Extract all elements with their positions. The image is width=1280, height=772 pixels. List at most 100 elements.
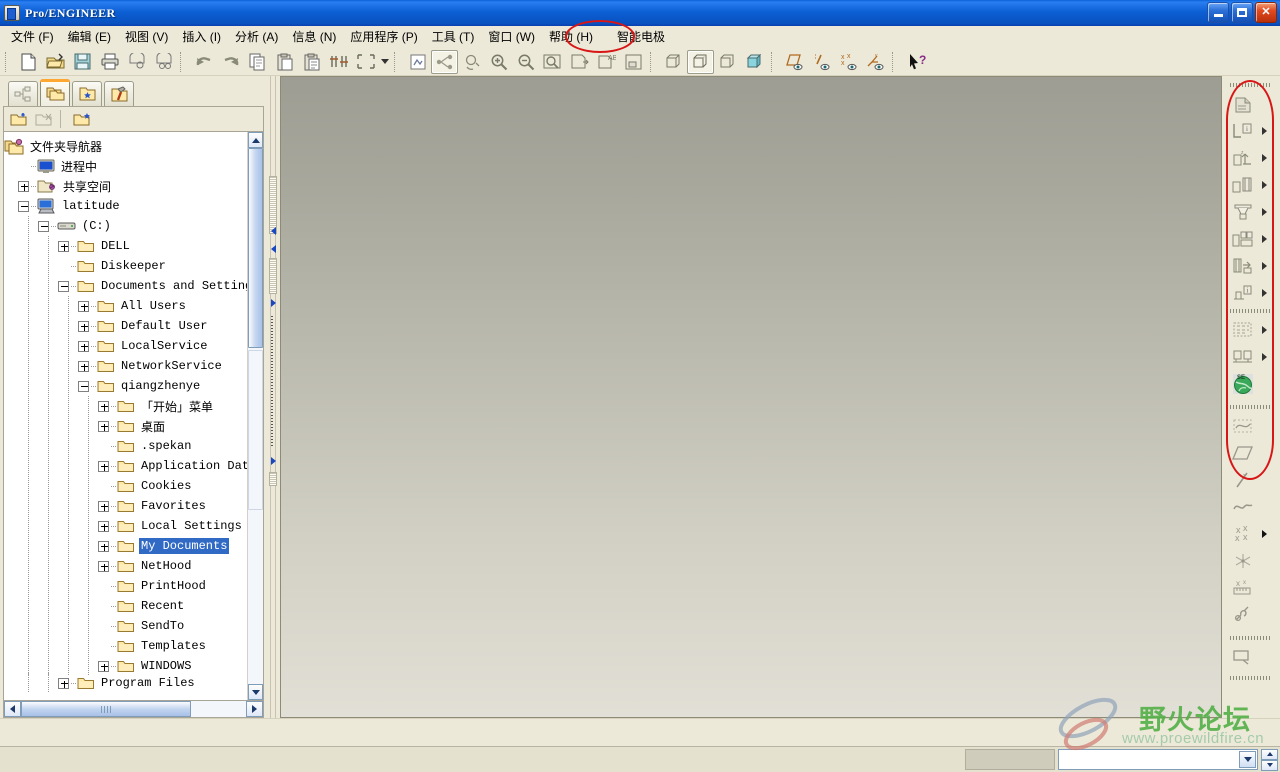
flyout-arrow-icon[interactable] (1258, 288, 1270, 297)
chevron-down-icon[interactable] (1239, 751, 1256, 768)
graphics-canvas[interactable] (280, 76, 1222, 718)
datum-point-display-icon[interactable]: xxx (835, 50, 862, 74)
folder-tree[interactable]: 文件夹导航器 进程中 共享空间 latitude (C:) DELL Diskeeper Do… (4, 132, 247, 700)
tree-item[interactable]: DELL (4, 236, 247, 256)
send-mail-icon[interactable] (123, 50, 150, 74)
menu-view[interactable]: 视图 (V) (118, 25, 175, 48)
datum-point-icon[interactable]: xxxx (1228, 521, 1258, 547)
tree-expand-icon[interactable] (98, 460, 109, 472)
tree-expand-icon[interactable] (98, 660, 109, 672)
tree-item[interactable]: latitude (4, 196, 247, 216)
open-file-icon[interactable] (42, 50, 69, 74)
tree-item[interactable]: Cookies (4, 476, 247, 496)
scroll-up-button[interactable] (248, 132, 263, 148)
hscroll-thumb[interactable] (21, 701, 191, 717)
select-box-icon[interactable] (352, 50, 379, 74)
electrode-assembly-icon[interactable] (1228, 226, 1258, 252)
electrode-param-icon[interactable]: i (1228, 280, 1258, 306)
scroll-thumb-lower[interactable] (248, 350, 263, 510)
datum-csys-display-icon[interactable]: y (862, 50, 889, 74)
datum-evaluate-icon[interactable] (1228, 644, 1258, 670)
tree-item[interactable]: All Users (4, 296, 247, 316)
cut-folder-icon[interactable] (32, 109, 56, 130)
tree-item[interactable]: 共享空间 (4, 176, 247, 196)
datum-curve-sketch-icon[interactable] (1228, 494, 1258, 520)
tree-collapse-icon[interactable] (18, 200, 29, 212)
tree-item[interactable]: Default User (4, 316, 247, 336)
hscroll-track[interactable] (21, 701, 246, 717)
tree-item[interactable]: Diskeeper (4, 256, 247, 276)
tab-favorites[interactable] (72, 81, 102, 106)
display-shaded-icon[interactable] (741, 50, 768, 74)
flyout-arrow-icon[interactable] (1258, 207, 1270, 216)
tree-expand-icon[interactable] (18, 180, 29, 192)
tree-collapse-icon[interactable] (78, 380, 89, 392)
datum-analysis-icon[interactable] (1228, 602, 1258, 628)
context-help-icon[interactable]: ? (902, 50, 936, 74)
menu-info[interactable]: 信息 (N) (285, 25, 343, 48)
tree-expand-icon[interactable] (98, 560, 109, 572)
electrode-workpiece-icon[interactable] (1228, 91, 1258, 117)
tree-item[interactable]: 「开始」菜单 (4, 396, 247, 416)
tree-item[interactable]: .spekan (4, 436, 247, 456)
splitter-grip-2[interactable] (269, 258, 277, 294)
splitter-grip-3[interactable] (269, 472, 277, 486)
tab-model-tree[interactable] (8, 81, 38, 106)
tab-folder-browser[interactable] (40, 79, 70, 106)
layer-icon[interactable] (620, 50, 647, 74)
paste-icon[interactable] (271, 50, 298, 74)
tree-item[interactable]: qiangzhenye (4, 376, 247, 396)
menu-tools[interactable]: 工具 (T) (425, 25, 482, 48)
flyout-arrow-icon[interactable] (1258, 234, 1270, 243)
menu-analysis[interactable]: 分析 (A) (228, 25, 285, 48)
tree-expand-icon[interactable] (98, 500, 109, 512)
menu-window[interactable]: 窗口 (W) (481, 25, 542, 48)
flyout-arrow-icon[interactable] (1258, 352, 1270, 361)
tree-item[interactable]: 进程中 (4, 156, 247, 176)
electrode-report-icon[interactable] (1228, 344, 1258, 370)
tree-expand-icon[interactable] (78, 360, 89, 372)
menu-insert[interactable]: 插入 (I) (175, 25, 228, 48)
scroll-down-button[interactable] (248, 684, 263, 700)
datum-axis-icon[interactable] (1228, 467, 1258, 493)
spin-center-icon[interactable] (431, 49, 458, 74)
tree-expand-icon[interactable] (98, 520, 109, 532)
regenerate-icon[interactable] (325, 50, 352, 74)
saved-view-icon[interactable] (566, 50, 593, 74)
splitter-expand-arrow-2[interactable] (268, 456, 278, 466)
tree-item[interactable]: Recent (4, 596, 247, 616)
print-icon[interactable] (96, 50, 123, 74)
display-no-hidden-icon[interactable] (714, 50, 741, 74)
datum-plane-display-icon[interactable] (781, 50, 808, 74)
tree-item[interactable]: PrintHood (4, 576, 247, 596)
close-button[interactable]: ✕ (1255, 2, 1277, 23)
tree-item[interactable]: Favorites (4, 496, 247, 516)
tree-expand-icon[interactable] (58, 240, 69, 252)
tree-item[interactable]: LocalService (4, 336, 247, 356)
tree-item[interactable]: (C:) (4, 216, 247, 236)
datum-point-offset-icon[interactable] (1228, 548, 1258, 574)
splitter-expand-arrow[interactable] (268, 298, 278, 308)
new-folder-icon[interactable] (7, 109, 31, 130)
spin-up-button[interactable] (1261, 748, 1278, 760)
splitter-collapse-arrow[interactable] (268, 226, 278, 236)
tree-expand-icon[interactable] (98, 420, 109, 432)
tree-item[interactable]: SendTo (4, 616, 247, 636)
electrode-blank-icon[interactable] (1228, 172, 1258, 198)
flyout-arrow-icon[interactable] (1258, 126, 1270, 135)
paste-special-icon[interactable] (298, 50, 325, 74)
menu-edit[interactable]: 编辑 (E) (61, 25, 118, 48)
tree-expand-icon[interactable] (78, 320, 89, 332)
select-dropdown-arrow-icon[interactable] (379, 50, 391, 74)
save-file-icon[interactable] (69, 50, 96, 74)
minimize-button[interactable] (1207, 2, 1229, 23)
tree-item[interactable]: Templates (4, 636, 247, 656)
send-mail-group-icon[interactable] (150, 50, 177, 74)
tab-connections[interactable] (104, 81, 134, 106)
menu-smart-electrode[interactable]: 智能电极 (610, 25, 672, 48)
flyout-arrow-icon[interactable] (1258, 180, 1270, 189)
repaint-icon[interactable] (404, 50, 431, 74)
tree-collapse-icon[interactable] (58, 280, 69, 292)
datum-axis-display-icon[interactable] (808, 50, 835, 74)
menu-applications[interactable]: 应用程序 (P) (343, 25, 424, 48)
